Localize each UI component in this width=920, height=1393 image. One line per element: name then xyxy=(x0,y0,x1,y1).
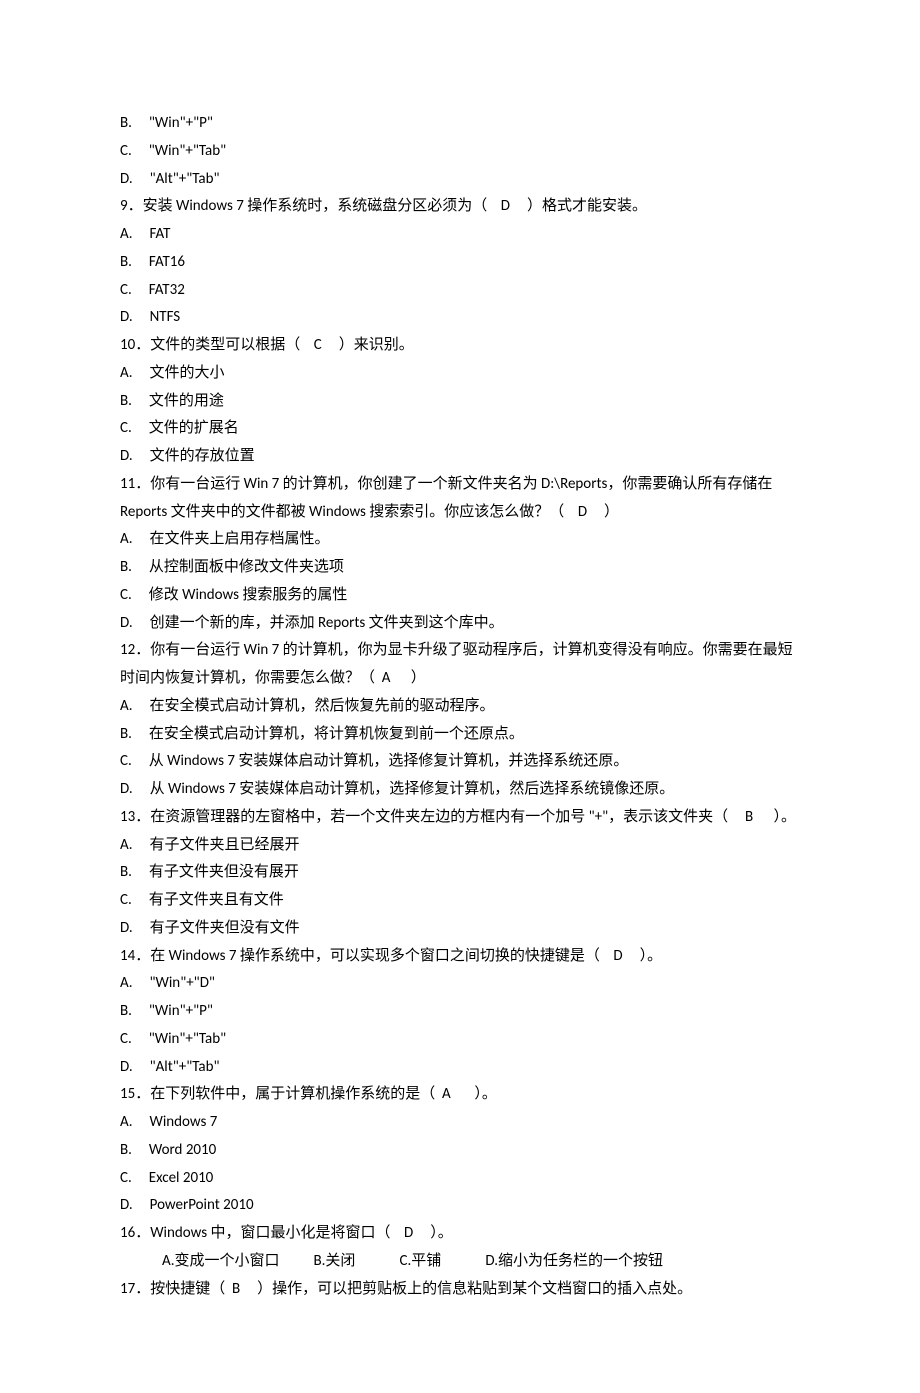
question-line: 14．在 Windows 7 操作系统中，可以实现多个窗口之间切换的快捷键是（ … xyxy=(120,943,800,971)
option-line: B. 在安全模式启动计算机，将计算机恢复到前一个还原点。 xyxy=(120,721,800,749)
option-line: A. 在文件夹上启用存档属性。 xyxy=(120,526,800,554)
option-line: A. "Win"+"D" xyxy=(120,970,800,998)
question-line: 9．安装 Windows 7 操作系统时，系统磁盘分区必须为（ D ）格式才能安… xyxy=(120,193,800,221)
option-line: D. PowerPoint 2010 xyxy=(120,1192,800,1220)
question-line: 16．Windows 中，窗口最小化是将窗口（ D ）。 xyxy=(120,1220,800,1248)
option-line: D. 从 Windows 7 安装媒体启动计算机，选择修复计算机，然后选择系统镜… xyxy=(120,776,800,804)
option-line: A. 有子文件夹且已经展开 xyxy=(120,832,800,860)
option-line: D. 创建一个新的库，并添加 Reports 文件夹到这个库中。 xyxy=(120,610,800,638)
option-line: D. "Alt"+"Tab" xyxy=(120,166,800,194)
question-line: 17．按快捷键（ B ）操作，可以把剪贴板上的信息粘贴到某个文档窗口的插入点处。 xyxy=(120,1276,800,1304)
option-line: D. NTFS xyxy=(120,304,800,332)
option-line: C. FAT32 xyxy=(120,277,800,305)
option-line: C. 修改 Windows 搜索服务的属性 xyxy=(120,582,800,610)
option-line: D. "Alt"+"Tab" xyxy=(120,1054,800,1082)
question-line: 10．文件的类型可以根据（ C ）来识别。 xyxy=(120,332,800,360)
option-line: C. "Win"+"Tab" xyxy=(120,138,800,166)
question-line: 13．在资源管理器的左窗格中，若一个文件夹左边的方框内有一个加号 "+"，表示该… xyxy=(120,804,800,832)
option-line: B. 文件的用途 xyxy=(120,388,800,416)
option-line: A. 在安全模式启动计算机，然后恢复先前的驱动程序。 xyxy=(120,693,800,721)
question-line: 11．你有一台运行 Win 7 的计算机，你创建了一个新文件夹名为 D:\Rep… xyxy=(120,471,800,527)
option-line: C. "Win"+"Tab" xyxy=(120,1026,800,1054)
option-line: B. Word 2010 xyxy=(120,1137,800,1165)
question-line: 15．在下列软件中，属于计算机操作系统的是（ A ）。 xyxy=(120,1081,800,1109)
option-line: A. 文件的大小 xyxy=(120,360,800,388)
option-line: A. Windows 7 xyxy=(120,1109,800,1137)
option-line: C. 从 Windows 7 安装媒体启动计算机，选择修复计算机，并选择系统还原… xyxy=(120,748,800,776)
option-line: B. 有子文件夹但没有展开 xyxy=(120,859,800,887)
option-line: D. 有子文件夹但没有文件 xyxy=(120,915,800,943)
option-line: C. 文件的扩展名 xyxy=(120,415,800,443)
document-body: B. "Win"+"P"C. "Win"+"Tab"D. "Alt"+"Tab"… xyxy=(120,110,800,1303)
inline-options: A.变成一个小窗口 B.关闭 C.平铺 D.缩小为任务栏的一个按钮 xyxy=(120,1248,800,1276)
option-line: B. "Win"+"P" xyxy=(120,110,800,138)
option-line: B. "Win"+"P" xyxy=(120,998,800,1026)
option-line: B. FAT16 xyxy=(120,249,800,277)
option-line: C. 有子文件夹且有文件 xyxy=(120,887,800,915)
option-line: B. 从控制面板中修改文件夹选项 xyxy=(120,554,800,582)
option-line: A. FAT xyxy=(120,221,800,249)
option-line: C. Excel 2010 xyxy=(120,1165,800,1193)
question-line: 12．你有一台运行 Win 7 的计算机，你为显卡升级了驱动程序后，计算机变得没… xyxy=(120,637,800,693)
option-line: D. 文件的存放位置 xyxy=(120,443,800,471)
